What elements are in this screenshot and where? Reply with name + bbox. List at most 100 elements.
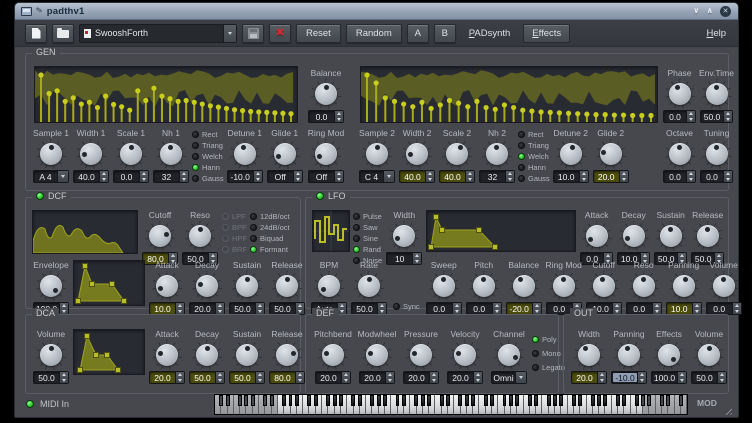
knob-dcf-release[interactable]: [272, 271, 302, 301]
black-key[interactable]: [263, 395, 267, 406]
spinner-arrows[interactable]: [465, 171, 474, 182]
radio-welch[interactable]: Welch: [192, 152, 224, 161]
value-nh1[interactable]: 32: [153, 170, 189, 183]
black-key[interactable]: [666, 395, 670, 406]
radio-gauss[interactable]: Gauss: [192, 174, 224, 183]
value-pitchbend[interactable]: 20.0: [315, 371, 351, 384]
spinner-arrows[interactable]: [637, 372, 646, 383]
black-key[interactable]: [314, 395, 318, 406]
lfo-shape-display[interactable]: [312, 210, 350, 252]
gen-waveform-display-1[interactable]: [34, 66, 298, 123]
spin-down-icon[interactable]: [506, 177, 514, 183]
sync-checkbox[interactable]: Sync: [393, 302, 420, 311]
knob-out-volume[interactable]: [694, 340, 724, 370]
knob-lfo-cutoff[interactable]: [589, 271, 619, 301]
spinner-arrows[interactable]: [175, 372, 184, 383]
knob-width1[interactable]: [76, 139, 106, 169]
knob-dca-attack[interactable]: [152, 340, 182, 370]
spin-down-icon[interactable]: [678, 378, 686, 384]
radio-biquad[interactable]: Biquad: [250, 234, 290, 243]
black-key[interactable]: [326, 395, 330, 406]
black-key[interactable]: [244, 395, 248, 406]
spinner-arrows[interactable]: [255, 303, 264, 314]
knob-glide2[interactable]: [596, 139, 626, 169]
knob-bpm[interactable]: [314, 271, 344, 301]
close-icon[interactable]: ✕: [720, 6, 731, 17]
value-dca-sustain[interactable]: 50.0: [229, 371, 265, 384]
lfo-envelope-display[interactable]: [426, 210, 576, 252]
spinner-arrows[interactable]: [612, 303, 621, 314]
knob-lfo-decay[interactable]: [619, 221, 649, 251]
value-out-panning[interactable]: -10.0: [611, 371, 647, 384]
value-sample2[interactable]: C 4: [359, 170, 395, 183]
knob-nh2[interactable]: [482, 139, 512, 169]
spinner-arrows[interactable]: [385, 372, 394, 383]
spinner-arrows[interactable]: [295, 303, 304, 314]
spin-down-icon[interactable]: [466, 177, 474, 183]
spin-down-icon[interactable]: [733, 309, 741, 315]
radio-triang[interactable]: Triang: [518, 141, 550, 150]
black-key[interactable]: [572, 395, 576, 406]
black-key[interactable]: [635, 395, 639, 406]
spinner-arrows[interactable]: [686, 111, 695, 122]
knob-phase[interactable]: [665, 79, 695, 109]
value-width1[interactable]: 40.0: [73, 170, 109, 183]
knob-dca-sustain[interactable]: [232, 340, 262, 370]
value-envtime[interactable]: 50.0: [700, 110, 733, 123]
black-key[interactable]: [471, 395, 475, 406]
spinner-arrows[interactable]: [429, 372, 438, 383]
spinner-arrows[interactable]: [139, 171, 148, 182]
radio-legato[interactable]: Legato: [532, 363, 565, 372]
save-preset-button[interactable]: [242, 24, 264, 43]
value-sample1[interactable]: A 4: [33, 170, 69, 183]
knob-lfo-sustain[interactable]: [656, 221, 686, 251]
value-width2[interactable]: 40.0: [399, 170, 435, 183]
spin-down-icon[interactable]: [216, 378, 224, 384]
black-key[interactable]: [295, 395, 299, 406]
black-key[interactable]: [660, 395, 664, 406]
spin-down-icon[interactable]: [180, 177, 188, 183]
knob-out-panning[interactable]: [614, 340, 644, 370]
spinner-arrows[interactable]: [505, 171, 514, 182]
spinner-arrows[interactable]: [652, 303, 661, 314]
knob-dcf-decay[interactable]: [192, 271, 222, 301]
knob-tuning[interactable]: [702, 139, 732, 169]
radio-welch[interactable]: Welch: [518, 152, 550, 161]
spinner-arrows[interactable]: [215, 303, 224, 314]
spin-down-icon[interactable]: [687, 117, 695, 123]
black-key[interactable]: [603, 395, 607, 406]
spinner-arrows[interactable]: [597, 372, 606, 383]
value-pressure[interactable]: 20.0: [403, 371, 439, 384]
spinner-arrows[interactable]: [295, 372, 304, 383]
radio-saw[interactable]: Saw: [353, 223, 382, 232]
black-key[interactable]: [547, 395, 551, 406]
black-key[interactable]: [509, 395, 513, 406]
knob-out-effects[interactable]: [654, 340, 684, 370]
radio-rect[interactable]: Rect: [518, 130, 550, 139]
titlebar[interactable]: ✎ padthv1 ∨ ∧ ✕: [15, 3, 738, 20]
knob-balance[interactable]: [311, 79, 341, 109]
knob-lfo-width[interactable]: [389, 221, 419, 251]
spin-down-icon[interactable]: [100, 177, 108, 183]
value-balance[interactable]: 0.0: [308, 110, 344, 123]
radio-sine[interactable]: Sine: [353, 234, 382, 243]
knob-lfo-panning[interactable]: [669, 271, 699, 301]
knob-glide1[interactable]: [270, 139, 300, 169]
spin-down-icon[interactable]: [426, 177, 434, 183]
spinner-arrows[interactable]: [175, 303, 184, 314]
value-dca-volume[interactable]: 50.0: [33, 371, 69, 384]
black-key[interactable]: [528, 395, 532, 406]
spin-down-icon[interactable]: [294, 177, 302, 183]
spinner-arrows[interactable]: [473, 372, 482, 383]
value-octave[interactable]: 0.0: [663, 170, 696, 183]
black-key[interactable]: [446, 395, 450, 406]
spin-down-icon[interactable]: [254, 177, 262, 183]
spin-down-icon[interactable]: [60, 378, 68, 384]
knob-scale1[interactable]: [116, 139, 146, 169]
open-preset-button[interactable]: [52, 24, 74, 43]
value-dca-release[interactable]: 80.0: [269, 371, 305, 384]
spinner-arrows[interactable]: [717, 372, 726, 383]
spinner-arrows[interactable]: [425, 171, 434, 182]
black-key[interactable]: [465, 395, 469, 406]
black-key[interactable]: [559, 395, 563, 406]
